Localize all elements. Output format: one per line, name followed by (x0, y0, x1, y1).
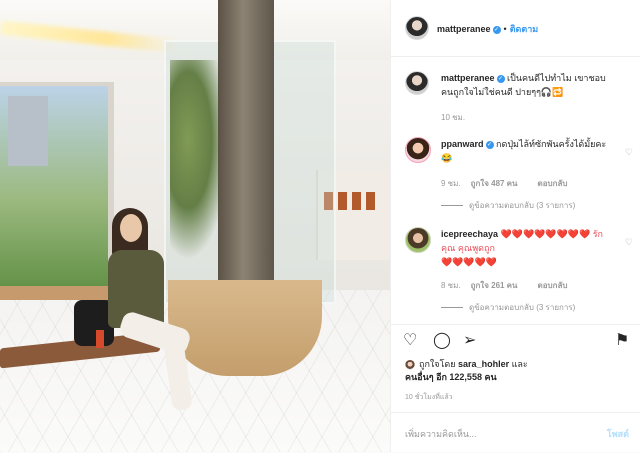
likes-summary: ถูกใจโดย sara_hohler และ คนอื่นๆ อีก 122… (405, 358, 633, 384)
comment-meta: 8 ชม. ถูกใจ 261 คน ตอบกลับ (441, 279, 567, 292)
comment-time[interactable]: 9 ชม. (441, 179, 461, 188)
post-side-panel: mattperanee ✓ • ติดตาม mattperanee ✓ เป็นคนด… (390, 0, 640, 452)
photo-bag-tag (96, 330, 104, 348)
view-replies[interactable]: ดูข้อความตอบกลับ (3 รายการ) (441, 199, 575, 212)
comment-avatar[interactable] (405, 227, 431, 253)
comment-item: ppanward ✓ กดปุ่มไล้ท์ซักพันครั้งได้มั้ยค… (405, 137, 633, 221)
separator-dot: • (503, 24, 507, 34)
liker-avatar[interactable] (405, 359, 415, 370)
photo-window (0, 82, 114, 294)
comment-text-hearts: ❤️❤️❤️❤️❤️ (441, 257, 498, 267)
comment-reply-button[interactable]: ตอบกลับ (538, 179, 568, 188)
caption-body: mattperanee ✓ เป็นคนดีไปทำไม เขาชอบคนถูกใ… (441, 71, 611, 99)
photo-planter (168, 280, 322, 376)
post-timestamp[interactable]: 10 ชั่วโมงที่แล้ว (405, 392, 453, 403)
post-photo[interactable] (0, 0, 390, 452)
follow-button[interactable]: ติดตาม (510, 24, 539, 34)
share-icon[interactable]: ➢ (463, 333, 476, 349)
post-comment-button[interactable]: โพสต์ (607, 427, 629, 441)
divider (441, 307, 463, 309)
comment-avatar[interactable] (405, 137, 431, 163)
post-header: mattperanee ✓ • ติดตาม (391, 0, 640, 57)
comment-body: icepreechaya ❤️❤️❤️❤️❤️❤️❤️❤️ รักคุณ คุณ… (441, 227, 611, 269)
likes-and: และ (511, 359, 528, 369)
photo-building (8, 96, 48, 166)
comments-list: mattperanee ✓ เป็นคนดีไปทำไม เขาชอบคนถูกใ… (391, 57, 640, 323)
comment-username[interactable]: icepreechaya (441, 229, 498, 239)
photo-tree-trunk (218, 0, 274, 300)
view-replies[interactable]: ดูข้อความตอบกลับ (3 รายการ) (441, 301, 575, 314)
comment-like-icon[interactable]: ♡ (625, 237, 633, 248)
likes-count[interactable]: คนอื่นๆ อีก 122,558 คน (405, 372, 497, 382)
liker-username[interactable]: sara_hohler (458, 359, 509, 369)
comment-likes[interactable]: ถูกใจ 261 คน (471, 281, 518, 290)
action-bar: ♡ ◯ ➢ ⚑ (391, 324, 640, 357)
verified-icon: ✓ (496, 74, 505, 83)
comment-meta: 9 ชม. ถูกใจ 487 คน ตอบกลับ (441, 177, 567, 190)
divider (441, 205, 463, 207)
comment-icon[interactable]: ◯ (433, 333, 451, 349)
caption-meta: 10 ชม. (441, 111, 475, 124)
header-user-line: mattperanee ✓ • ติดตาม (437, 22, 538, 36)
comment-input[interactable]: เพิ่มความคิดเห็น... (405, 427, 477, 441)
caption-item: mattperanee ✓ เป็นคนดีไปทำไม เขาชอบคนถูกใ… (405, 71, 633, 127)
comment-likes[interactable]: ถูกใจ 487 คน (471, 179, 518, 188)
verified-icon: ✓ (492, 25, 501, 34)
header-username[interactable]: mattperanee (437, 24, 491, 34)
view-replies-label: ดูข้อความตอบกลับ (3 รายการ) (469, 303, 576, 312)
caption-avatar[interactable] (405, 71, 429, 95)
likes-prefix: ถูกใจโดย (419, 359, 456, 369)
comment-username[interactable]: ppanward (441, 139, 484, 149)
bookmark-icon[interactable]: ⚑ (615, 333, 629, 349)
comment-reply-button[interactable]: ตอบกลับ (538, 281, 568, 290)
view-replies-label: ดูข้อความตอบกลับ (3 รายการ) (469, 201, 576, 210)
comment-body: ppanward ✓ กดปุ่มไล้ท์ซักพันครั้งได้มั้ยค… (441, 137, 611, 165)
comment-time[interactable]: 8 ชม. (441, 281, 461, 290)
photo-back-bench (0, 286, 110, 300)
caption-time[interactable]: 10 ชม. (441, 113, 465, 122)
caption-username[interactable]: mattperanee (441, 73, 495, 83)
heart-icon[interactable]: ♡ (403, 333, 417, 349)
photo-person-face (120, 214, 142, 242)
instagram-post: mattperanee ✓ • ติดตาม mattperanee ✓ เป็นคนด… (0, 0, 640, 452)
verified-icon: ✓ (485, 140, 494, 149)
avatar[interactable] (405, 16, 429, 40)
comment-composer: เพิ่มความคิดเห็น... โพสต์ (391, 412, 640, 453)
comment-item: icepreechaya ❤️❤️❤️❤️❤️❤️❤️❤️ รักคุณ คุณ… (405, 227, 633, 323)
comment-like-icon[interactable]: ♡ (625, 147, 633, 158)
